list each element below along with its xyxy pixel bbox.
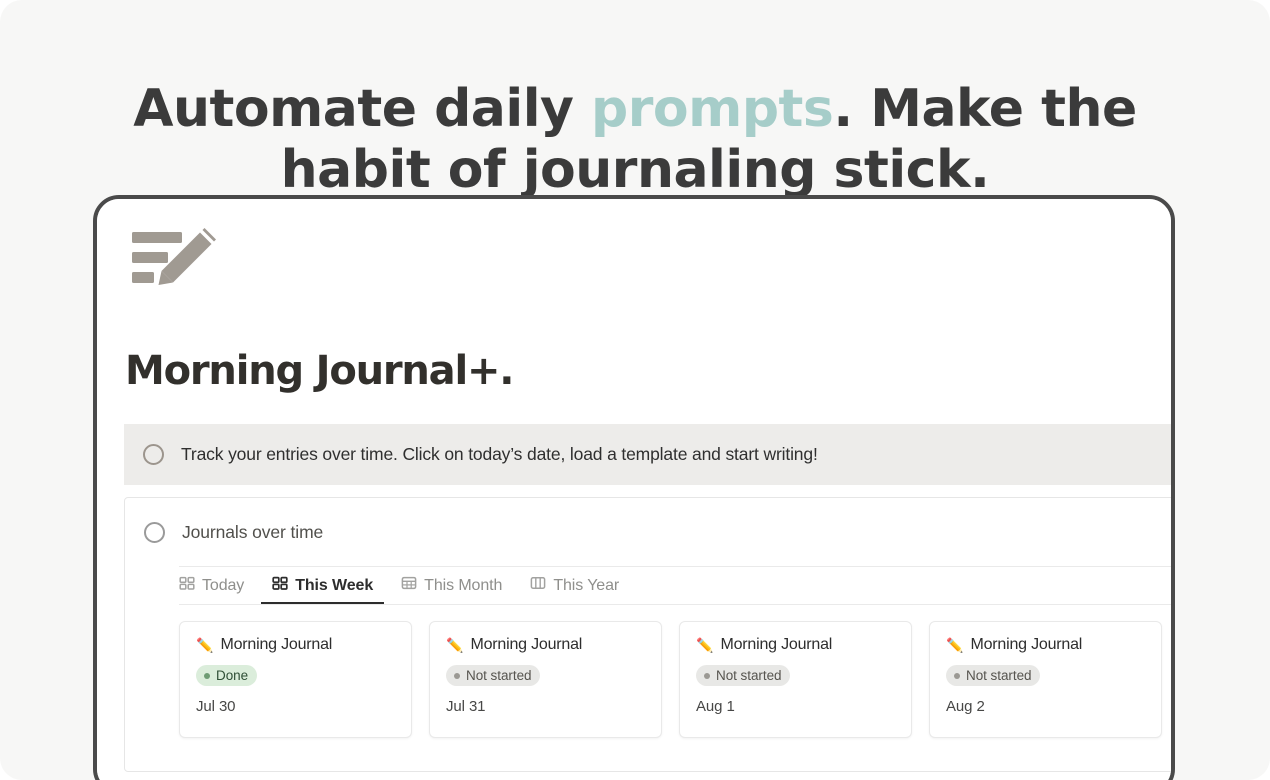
headline-part-1: Automate daily (133, 78, 592, 139)
card-title-row: ✏️ Morning Journal (696, 636, 895, 654)
board-view-icon (530, 575, 546, 596)
card-title: Morning Journal (970, 636, 1083, 653)
status-label: Not started (966, 668, 1032, 683)
callout-text: Track your entries over time. Click on t… (181, 444, 818, 464)
tab-this-year[interactable]: This Year (530, 567, 633, 604)
panel-header[interactable]: Journals over time (125, 498, 1171, 566)
tab-today[interactable]: Today (179, 567, 258, 604)
pencil-emoji-icon: ✏️ (696, 637, 714, 653)
table-view-icon (401, 575, 417, 596)
app-window: Morning Journal+. Track your entries ove… (97, 199, 1171, 780)
status-label: Not started (466, 668, 532, 683)
page-title: Morning Journal+. (125, 348, 514, 394)
status-badge: Not started (446, 665, 541, 686)
card-title-row: ✏️ Morning Journal (446, 636, 645, 654)
status-badge: Done (196, 665, 258, 686)
circle-outline-icon (144, 521, 165, 543)
card-date: Jul 31 (446, 698, 486, 715)
panel-heading: Journals over time (182, 521, 324, 542)
journal-card-list: ✏️ Morning Journal Done Jul 30 ✏️ Mornin… (179, 621, 1171, 738)
status-dot-icon (204, 672, 210, 679)
tab-this-week[interactable]: This Week (261, 567, 387, 604)
pencil-emoji-icon: ✏️ (446, 637, 464, 653)
page-background: Automate daily prompts. Make the habit o… (0, 0, 1270, 780)
journal-card[interactable]: ✏️ Morning Journal Not started Jul 31 (429, 621, 662, 738)
journals-panel: Journals over time Today This Week This … (124, 497, 1171, 772)
status-label: Done (216, 668, 249, 683)
tabs-divider (179, 604, 1171, 605)
view-tabs: Today This Week This Month This Year (179, 567, 1171, 604)
tab-this-month[interactable]: This Month (401, 567, 516, 604)
status-dot-icon (454, 672, 460, 679)
page-headline: Automate daily prompts. Make the habit o… (95, 79, 1175, 201)
journal-card[interactable]: ✏️ Morning Journal Done Jul 30 (179, 621, 412, 738)
journal-card[interactable]: ✏️ Morning Journal Not started Aug 2 (929, 621, 1162, 738)
device-frame: Morning Journal+. Track your entries ove… (93, 195, 1175, 780)
card-title: Morning Journal (720, 636, 833, 653)
status-dot-icon (704, 672, 710, 679)
card-title-row: ✏️ Morning Journal (196, 636, 395, 654)
gallery-view-icon (179, 575, 195, 596)
tab-label: This Year (553, 576, 620, 594)
card-date: Aug 1 (696, 698, 735, 715)
tab-label: This Week (295, 576, 374, 594)
card-date: Aug 2 (946, 698, 985, 715)
headline-accent-word: prompts (591, 78, 834, 139)
pencil-emoji-icon: ✏️ (946, 637, 964, 653)
card-title-row: ✏️ Morning Journal (946, 636, 1145, 654)
status-dot-icon (954, 672, 960, 679)
journal-card[interactable]: ✏️ Morning Journal Not started Aug 1 (679, 621, 912, 738)
status-badge: Not started (946, 665, 1041, 686)
card-title: Morning Journal (220, 636, 333, 653)
callout-block[interactable]: Track your entries over time. Click on t… (124, 424, 1171, 485)
circle-outline-icon (143, 444, 164, 465)
status-label: Not started (716, 668, 782, 683)
card-date: Jul 30 (196, 698, 236, 715)
write-pencil-logo-icon (132, 226, 228, 288)
status-badge: Not started (696, 665, 791, 686)
tab-label: Today (202, 576, 245, 594)
pencil-emoji-icon: ✏️ (196, 637, 214, 653)
tab-label: This Month (424, 576, 503, 594)
card-title: Morning Journal (470, 636, 583, 653)
gallery-view-icon (272, 575, 288, 596)
